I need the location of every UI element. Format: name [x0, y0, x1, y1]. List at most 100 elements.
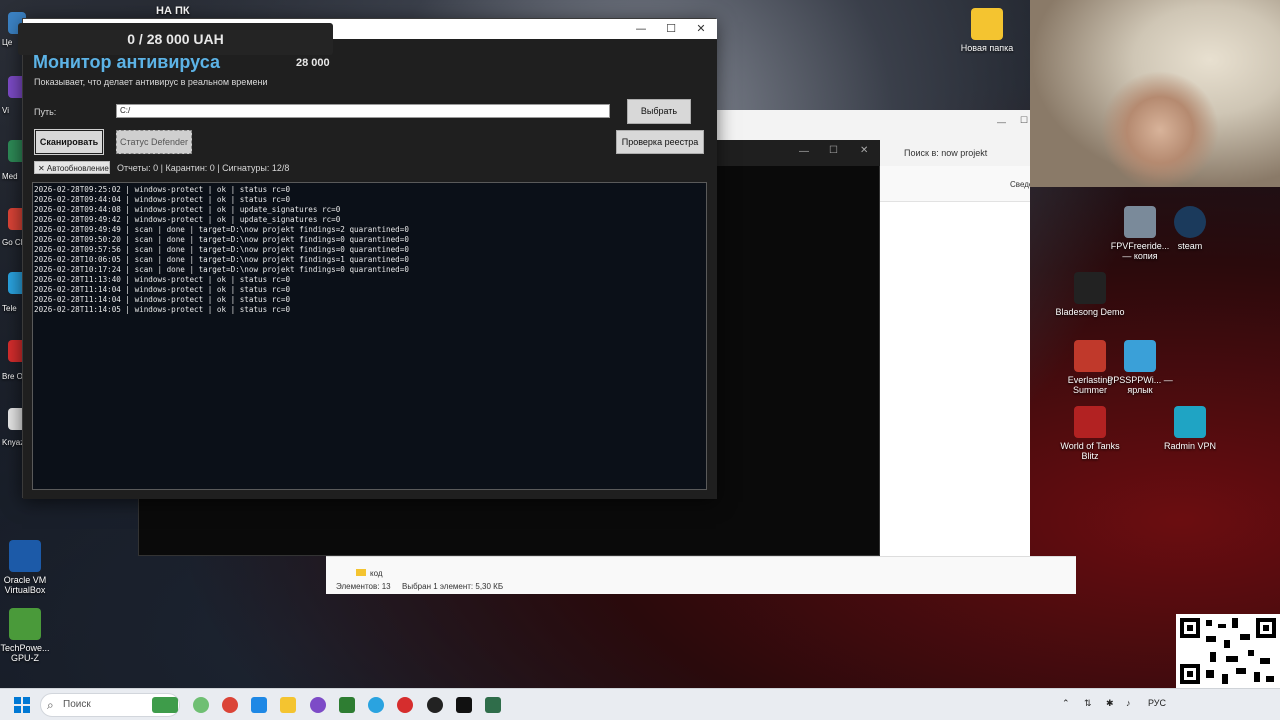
log-line: 2026-02-28T11:14:04 | windows-protect | … [34, 285, 291, 294]
search-placeholder: Поиск [63, 699, 91, 710]
language-indicator[interactable]: РУС [1148, 698, 1166, 708]
log-output[interactable]: 2026-02-28T09:25:02 | windows-protect | … [32, 182, 707, 490]
vscode-icon[interactable] [251, 697, 267, 713]
obs-icon[interactable] [427, 697, 443, 713]
desktop-icon-label: TechPowe... GPU-Z [0, 643, 50, 663]
game-icon [1074, 406, 1106, 438]
search-icon: ⌕ [47, 698, 54, 712]
log-line: 2026-02-28T09:44:08 | windows-protect | … [34, 205, 341, 214]
explorer-toolbar: Сведения [880, 166, 1047, 202]
app-icon[interactable] [339, 697, 355, 713]
desktop-icon-label: Radmin VPN [1163, 441, 1217, 451]
game-icon [1074, 340, 1106, 372]
game-icon [1074, 272, 1106, 304]
status-selected: Выбран 1 элемент: 5,30 КБ [402, 582, 504, 591]
minimize-button[interactable]: — [626, 21, 656, 37]
explorer-titlebar: — ☐ [700, 110, 1030, 140]
ppsspp-icon [1124, 340, 1156, 372]
app-icon[interactable] [485, 697, 501, 713]
log-line: 2026-02-28T09:49:42 | windows-protect | … [34, 215, 341, 224]
desktop-icon-gpuz[interactable]: TechPowe... GPU-Z [0, 608, 60, 663]
desktop-icon-ppsspp[interactable]: PPSSPPWi... — ярлык [1105, 340, 1175, 395]
desktop-icon-virtualbox[interactable]: Oracle VM VirtualBox [0, 540, 60, 595]
webcam-overlay [1030, 0, 1280, 187]
tree-item-label[interactable]: код [370, 569, 383, 578]
steam-icon [1174, 206, 1206, 238]
minimize-icon[interactable]: — [799, 146, 809, 157]
minimize-icon[interactable]: — [997, 117, 1006, 127]
log-line: 2026-02-28T11:13:40 | windows-protect | … [34, 275, 291, 284]
desktop-icon-label: Oracle VM VirtualBox [3, 575, 47, 595]
overlay-text: НА ПК [156, 5, 190, 17]
desktop-icon-label: Med [2, 172, 18, 181]
virtualbox-icon [9, 540, 41, 572]
qr-code [1176, 614, 1280, 688]
desktop-icon-new-folder[interactable]: Новая папка [952, 8, 1022, 53]
folder-icon [356, 568, 366, 578]
log-line: 2026-02-28T09:25:02 | windows-protect | … [34, 185, 291, 194]
file-explorer-icon[interactable] [280, 697, 296, 713]
uah-progress-badge: 0 / 28 000 UAH [18, 23, 333, 55]
path-input[interactable]: C:/ [116, 104, 610, 118]
log-line: 2026-02-28T09:49:49 | scan | done | targ… [34, 225, 409, 234]
status-item-count: Элементов: 13 [336, 582, 391, 591]
log-line: 2026-02-28T09:57:56 | scan | done | targ… [34, 245, 409, 254]
choose-button[interactable]: Выбрать [627, 99, 691, 124]
desktop-icon-label: Це [2, 38, 13, 47]
log-line: 2026-02-28T09:44:04 | windows-protect | … [34, 195, 291, 204]
app-icon[interactable] [193, 697, 209, 713]
bluetooth-icon[interactable]: ✱ [1106, 698, 1114, 709]
page-title: Монитор антивируса [33, 52, 220, 72]
close-button[interactable]: ✕ [686, 21, 716, 37]
explorer-search-input[interactable]: Поиск в: now projekt [904, 148, 987, 158]
desktop-icon-wot-blitz[interactable]: World of Tanks Blitz [1055, 406, 1125, 461]
desktop-icon-steam[interactable]: steam [1155, 206, 1225, 251]
maximize-button[interactable]: ☐ [656, 21, 686, 37]
maximize-icon[interactable]: ☐ [829, 145, 838, 156]
taskbar: ⌕ Поиск ⌃ ⇅ ✱ ♪ РУС [0, 688, 1280, 720]
game-icon [1124, 206, 1156, 238]
desktop-icon-label: steam [1177, 241, 1203, 251]
autoupdate-checkbox[interactable]: ✕ Автообновление [34, 161, 110, 174]
registry-check-button[interactable]: Проверка реестра [616, 130, 704, 154]
log-line: 2026-02-28T11:14:05 | windows-protect | … [34, 305, 291, 314]
vpn-icon [1174, 406, 1206, 438]
desktop-icon-label: Новая папка [960, 43, 1014, 53]
viber-icon[interactable] [310, 697, 326, 713]
desktop-icon-label: Tele [2, 304, 17, 313]
chrome-icon[interactable] [222, 697, 238, 713]
maximize-icon[interactable]: ☐ [1020, 115, 1028, 126]
background-window-titlebar: — ☐ ✕ [715, 140, 880, 166]
desktop-icon-label: World of Tanks Blitz [1060, 441, 1120, 461]
volume-icon[interactable]: ♪ [1126, 698, 1131, 708]
explorer-status-bar: код Элементов: 13 Выбран 1 элемент: 5,30… [326, 556, 1076, 594]
counter-value: 28 000 [296, 57, 330, 69]
log-line: 2026-02-28T11:14:04 | windows-protect | … [34, 295, 291, 304]
defender-status-button[interactable]: Статус Defender [116, 130, 192, 154]
explorer-search-bar: Поиск в: now projekt [880, 140, 1030, 166]
desktop-icon-label: Vi [2, 106, 9, 115]
start-button[interactable] [14, 697, 30, 718]
folder-icon [971, 8, 1003, 40]
log-line: 2026-02-28T10:06:05 | scan | done | targ… [34, 255, 409, 264]
page-subtitle: Показывает, что делает антивирус в реаль… [34, 77, 268, 87]
terminal-icon[interactable] [456, 697, 472, 713]
desktop-icon-label: Knyaz [2, 438, 25, 447]
close-icon[interactable]: ✕ [860, 145, 868, 156]
desktop-icon-label: Bladesong Demo [1055, 307, 1125, 317]
status-summary: Отчеты: 0 | Карантин: 0 | Сигнатуры: 12/… [117, 163, 290, 173]
log-line: 2026-02-28T10:17:24 | scan | done | targ… [34, 265, 409, 274]
telegram-icon[interactable] [368, 697, 384, 713]
explorer-window: Поиск в: now projekt Сведения [880, 140, 1047, 560]
opera-icon[interactable] [397, 697, 413, 713]
path-label: Путь: [34, 107, 57, 117]
desktop-icon-radmin-vpn[interactable]: Radmin VPN [1155, 406, 1225, 451]
desktop-icon-label: PPSSPPWi... — ярлык [1107, 375, 1173, 395]
gpuz-icon [9, 608, 41, 640]
app-icon[interactable] [152, 697, 178, 713]
desktop-icon-bladesong[interactable]: Bladesong Demo [1055, 272, 1125, 317]
log-line: 2026-02-28T09:50:20 | scan | done | targ… [34, 235, 409, 244]
network-icon[interactable]: ⇅ [1084, 698, 1092, 709]
chevron-up-icon[interactable]: ⌃ [1062, 698, 1070, 709]
scan-button[interactable]: Сканировать [34, 129, 104, 155]
